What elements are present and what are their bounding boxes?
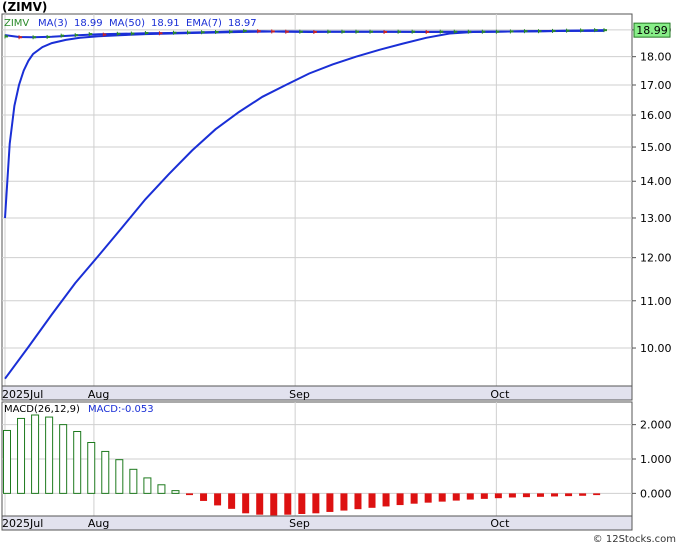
macd-bar bbox=[494, 493, 502, 499]
macd-bar bbox=[45, 416, 54, 494]
price-x-tick-label: Aug bbox=[88, 388, 109, 401]
price-y-tick-label: 17.00 bbox=[640, 79, 672, 92]
macd-bar bbox=[31, 414, 40, 494]
macd-legend-value: MACD:-0.053 bbox=[88, 404, 154, 415]
macd-bar bbox=[424, 493, 432, 503]
macd-bar bbox=[508, 493, 516, 498]
footer-copyright: © 12Stocks.com bbox=[593, 534, 676, 545]
macd-bar bbox=[17, 417, 26, 494]
price-legend: ZIMV MA(3) 18.99 MA(50) 18.91 EMA(7) 18.… bbox=[4, 18, 257, 29]
macd-x-tick-label: Sep bbox=[289, 517, 310, 530]
macd-x-tick-label: Aug bbox=[88, 517, 109, 530]
macd-bar bbox=[312, 493, 320, 514]
macd-bar bbox=[3, 429, 11, 494]
macd-bar bbox=[396, 493, 404, 506]
macd-bar bbox=[326, 493, 334, 512]
macd-bar bbox=[242, 493, 250, 514]
macd-bar bbox=[73, 431, 82, 494]
price-y-tick-label: 11.00 bbox=[640, 295, 672, 308]
macd-bar bbox=[214, 493, 222, 506]
macd-bar bbox=[228, 493, 236, 509]
macd-bar bbox=[298, 493, 306, 514]
macd-bar bbox=[284, 493, 292, 515]
chart-canvas: 10.00 11.00 12.00 13.00 14.00 15.00 16.00 17.00… bbox=[1, 0, 676, 545]
macd-bar bbox=[186, 493, 194, 496]
macd-bar bbox=[536, 493, 544, 497]
macd-bar bbox=[340, 493, 348, 511]
price-y-tick-label: 10.00 bbox=[640, 342, 672, 355]
price-y-tick-label: 12.00 bbox=[640, 252, 672, 265]
macd-bar bbox=[87, 442, 96, 494]
stock-chart-page: 10.00 11.00 12.00 13.00 14.00 15.00 16.00 17.00… bbox=[0, 0, 680, 546]
legend-ema7-value: 18.97 bbox=[228, 18, 257, 29]
macd-bar bbox=[270, 493, 278, 516]
macd-x-tick-label: 2025Jul bbox=[2, 517, 43, 530]
macd-bar bbox=[438, 493, 446, 502]
macd-bar bbox=[579, 493, 587, 496]
macd-bar bbox=[354, 493, 362, 510]
macd-bar bbox=[382, 493, 390, 507]
price-y-tick-label: 14.00 bbox=[640, 175, 672, 188]
macd-bar bbox=[551, 493, 559, 497]
macd-bar bbox=[593, 493, 601, 496]
last-price-badge: 18.99 bbox=[633, 22, 671, 38]
last-price-label: 18.99 bbox=[636, 24, 668, 37]
macd-bar bbox=[256, 493, 264, 515]
macd-x-tick-label: Oct bbox=[490, 517, 510, 530]
macd-bar bbox=[410, 493, 418, 504]
macd-bar bbox=[452, 493, 460, 501]
price-y-tick-label: 15.00 bbox=[640, 141, 672, 154]
macd-bar bbox=[59, 424, 68, 494]
legend-ma3-label: MA(3) bbox=[38, 18, 68, 29]
macd-legend-label: MACD(26,12,9) bbox=[4, 404, 80, 415]
legend-ma3-value: 18.99 bbox=[74, 18, 103, 29]
chart-title: (ZIMV) bbox=[2, 0, 47, 14]
macd-y-tick-label: 0.000 bbox=[640, 487, 672, 500]
macd-bar bbox=[466, 493, 474, 500]
price-y-tick-label: 13.00 bbox=[640, 212, 672, 225]
legend-ma50-label: MA(50) bbox=[109, 18, 145, 29]
macd-y-axis: 0.000 1.000 2.000 bbox=[632, 419, 672, 500]
macd-bar bbox=[565, 493, 573, 497]
macd-y-tick-label: 2.000 bbox=[640, 419, 672, 432]
macd-bar bbox=[522, 493, 530, 498]
macd-bar bbox=[200, 493, 208, 501]
macd-bar bbox=[480, 493, 488, 499]
macd-bar bbox=[115, 459, 124, 494]
macd-bar bbox=[129, 468, 138, 494]
legend-ma50-value: 18.91 bbox=[151, 18, 180, 29]
price-x-tick-label: Sep bbox=[289, 388, 310, 401]
macd-y-tick-label: 1.000 bbox=[640, 453, 672, 466]
legend-ticker: ZIMV bbox=[4, 18, 29, 29]
macd-bar bbox=[101, 450, 110, 494]
price-y-tick-label: 16.00 bbox=[640, 109, 672, 122]
price-y-tick-label: 18.00 bbox=[640, 51, 672, 64]
macd-bar bbox=[368, 493, 376, 508]
price-x-tick-label: Oct bbox=[490, 388, 510, 401]
macd-bar bbox=[157, 484, 166, 494]
macd-bar bbox=[171, 490, 180, 494]
price-y-axis: 10.00 11.00 12.00 13.00 14.00 15.00 16.00 17.00… bbox=[632, 24, 672, 355]
price-x-tick-label: 2025Jul bbox=[2, 388, 43, 401]
legend-ema7-label: EMA(7) bbox=[186, 18, 222, 29]
macd-bar bbox=[143, 477, 152, 494]
